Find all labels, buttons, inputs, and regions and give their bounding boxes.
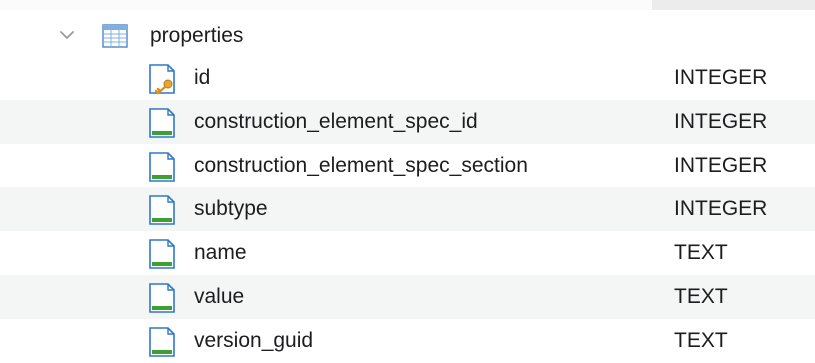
column-type: TEXT [674,284,728,308]
column-name: version_guid [194,328,314,352]
column-name: construction_element_spec_id [194,109,478,133]
column-name: subtype [194,197,268,221]
column-icon [149,239,175,269]
column-icon [149,326,175,357]
column-icon [149,107,175,138]
column-type: INTEGER [674,153,768,177]
column-row-construction-element-spec-section[interactable]: construction_element_spec_section INTEGE… [0,144,815,188]
table-icon [102,24,128,48]
column-row-value[interactable]: value TEXT [0,274,815,319]
column-row-construction-element-spec-id[interactable]: construction_element_spec_id INTEGER [0,99,815,144]
column-icon [149,151,175,182]
column-icon [149,283,175,313]
column-icon [149,195,175,226]
column-name: name [194,241,247,265]
column-name: value [194,284,245,308]
table-row-properties[interactable]: properties [0,14,815,56]
chevron-down-icon[interactable] [60,28,74,42]
column-row-name[interactable]: name TEXT [0,231,815,275]
column-type: TEXT [674,328,728,352]
header-band [0,0,815,10]
column-row-subtype[interactable]: subtype INTEGER [0,187,815,232]
column-type: INTEGER [674,66,768,89]
column-type: TEXT [674,241,728,265]
primary-key-column-icon [149,64,175,95]
schema-tree: properties id INTEGER construction_eleme… [0,14,815,363]
column-row-version-guid[interactable]: version_guid TEXT [0,319,815,363]
header-band-segment [652,0,815,10]
table-name: properties [150,24,244,47]
column-name: id [194,66,211,89]
column-row-id[interactable]: id INTEGER [0,56,815,100]
column-type: INTEGER [674,197,768,221]
column-type: INTEGER [674,109,768,133]
column-name: construction_element_spec_section [194,153,528,177]
